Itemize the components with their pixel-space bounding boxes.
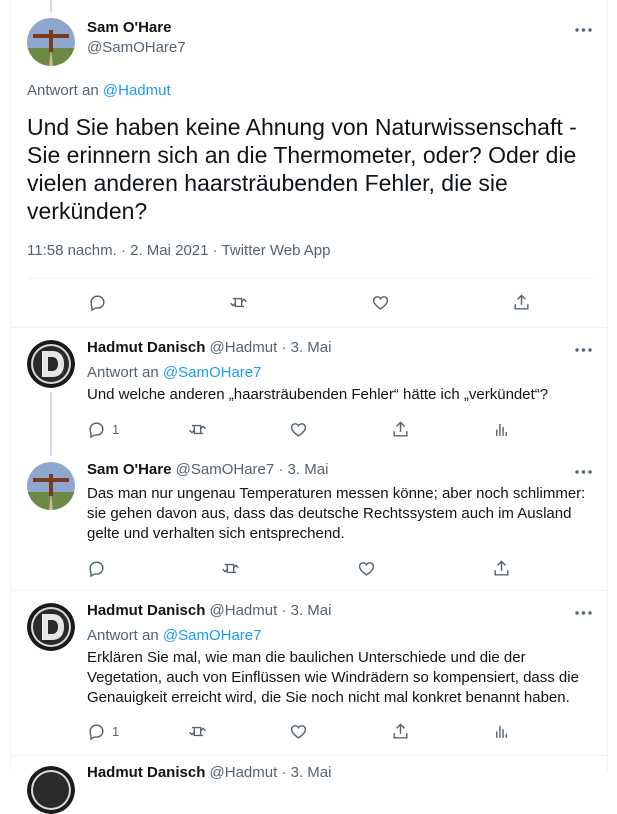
retweet-icon [230, 297, 247, 308]
reply-to-link[interactable]: @SamOHare7 [163, 364, 262, 381]
reply-button[interactable]: 1 [87, 722, 119, 741]
reply-context: Antwort an @SamOHare7 [87, 364, 261, 381]
reply-count: 1 [112, 724, 120, 739]
tweet-text: Das man nur ungenau Temperaturen messen … [87, 485, 586, 542]
tweet-text: Und welche anderen „haarsträubenden Fehl… [87, 386, 549, 403]
separator [10, 590, 608, 591]
author-name[interactable]: Hadmut Danisch [87, 339, 205, 356]
reply-button[interactable] [87, 559, 106, 578]
author-name[interactable]: Hadmut Danisch [87, 602, 205, 619]
avatar-hadmut[interactable] [27, 340, 75, 388]
retweet-icon [189, 424, 206, 435]
reply-icon [89, 422, 104, 439]
reply-header: Hadmut Danisch @Hadmut · 3. Mai [87, 764, 331, 781]
meta-divider [27, 278, 594, 279]
reply-count: 1 [112, 422, 120, 437]
share-icon [494, 560, 509, 576]
tweet-text: Und Sie haben keine Ahnung von Naturwiss… [27, 114, 577, 224]
retweet-button[interactable] [221, 559, 240, 578]
heart-icon [290, 725, 307, 739]
separator [10, 755, 608, 756]
separator [10, 327, 608, 328]
share-icon [393, 723, 408, 739]
author-name[interactable]: Sam O'Hare [87, 19, 171, 36]
retweet-button[interactable] [188, 722, 207, 741]
analytics-icon [496, 423, 507, 436]
analytics-button[interactable] [492, 722, 511, 741]
author-handle[interactable]: @SamOHare7 [176, 461, 275, 478]
retweet-button[interactable] [229, 293, 248, 312]
thread-line-top [50, 0, 52, 12]
like-button[interactable] [289, 420, 308, 439]
author-handle[interactable]: @Hadmut [210, 602, 278, 619]
avatar-sam[interactable] [27, 18, 75, 66]
reply-context: Antwort an @Hadmut [27, 82, 171, 99]
share-icon [393, 421, 408, 437]
share-button[interactable] [492, 559, 511, 578]
share-button[interactable] [512, 293, 531, 312]
more-options-icon[interactable] [573, 462, 593, 482]
reply-header: Sam O'Hare @SamOHare7 · 3. Mai [87, 461, 328, 478]
retweet-icon [189, 726, 206, 737]
reply-header: Hadmut Danisch @Hadmut · 3. Mai [87, 602, 331, 619]
reply-prefix: Antwort an [87, 364, 159, 381]
heart-icon [372, 296, 389, 310]
analytics-button[interactable] [492, 420, 511, 439]
thread-line-1 [50, 392, 52, 456]
share-button[interactable] [391, 722, 410, 741]
avatar-hadmut[interactable] [27, 603, 75, 651]
like-button[interactable] [289, 722, 308, 741]
more-options-icon[interactable] [573, 20, 593, 40]
like-button[interactable] [371, 293, 390, 312]
reply-to-link[interactable]: @SamOHare7 [163, 627, 262, 644]
retweet-button[interactable] [188, 420, 207, 439]
reply-icon [89, 561, 104, 578]
tweet-date[interactable]: · 3. Mai [281, 602, 331, 619]
reply-header: Hadmut Danisch @Hadmut · 3. Mai [87, 339, 331, 356]
reply-prefix: Antwort an [27, 82, 99, 99]
avatar-sam[interactable] [27, 462, 75, 510]
analytics-icon [496, 725, 507, 738]
author-name[interactable]: Hadmut Danisch [87, 764, 205, 781]
author-handle[interactable]: @SamOHare7 [87, 39, 186, 56]
reply-button[interactable]: 1 [87, 420, 119, 439]
reply-context: Antwort an @SamOHare7 [87, 627, 261, 644]
tweet-date[interactable]: · 3. Mai [281, 764, 331, 781]
reply-button[interactable] [88, 293, 107, 312]
share-icon [514, 294, 529, 310]
reply-icon [90, 295, 105, 312]
avatar-hadmut[interactable] [27, 766, 75, 814]
more-options-icon[interactable] [573, 603, 593, 623]
heart-icon [358, 562, 375, 576]
author-handle[interactable]: @Hadmut [210, 764, 278, 781]
share-button[interactable] [391, 420, 410, 439]
tweet-date[interactable]: · 3. Mai [281, 339, 331, 356]
tweet-date[interactable]: · 3. Mai [278, 461, 328, 478]
author-name[interactable]: Sam O'Hare [87, 461, 171, 478]
like-button[interactable] [357, 559, 376, 578]
reply-prefix: Antwort an [87, 627, 159, 644]
tweet-meta[interactable]: 11:58 nachm. · 2. Mai 2021 · Twitter Web… [27, 242, 331, 259]
tweet-text: Erklären Sie mal, wie man die baulichen … [87, 649, 579, 706]
heart-icon [290, 423, 307, 437]
author-handle[interactable]: @Hadmut [210, 339, 278, 356]
reply-to-link[interactable]: @Hadmut [103, 82, 171, 99]
more-options-icon[interactable] [573, 340, 593, 360]
reply-icon [89, 724, 104, 741]
retweet-icon [222, 563, 239, 574]
